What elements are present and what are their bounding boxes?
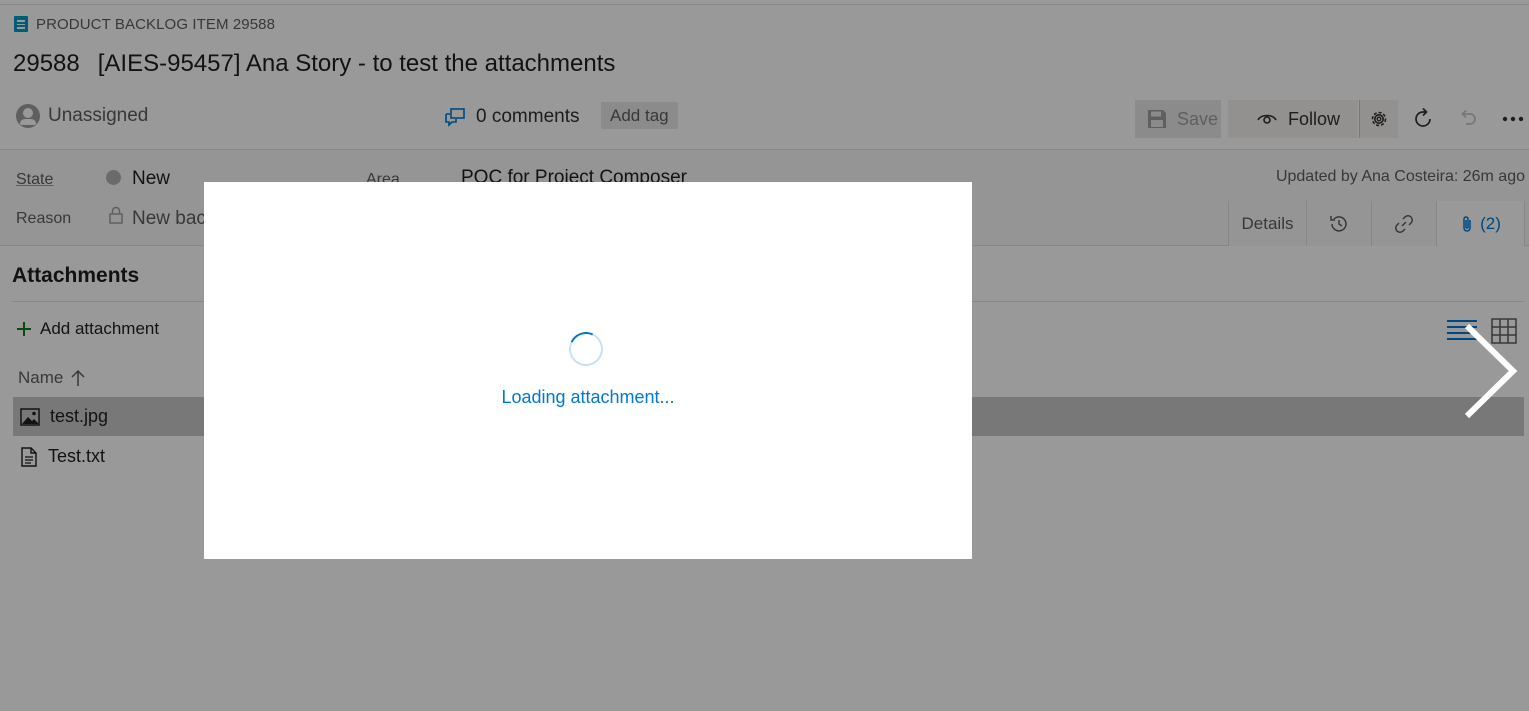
loading-spinner-icon: [564, 327, 608, 371]
next-attachment-chevron-icon[interactable]: [1455, 320, 1525, 424]
attachment-preview-dialog: Loading attachment...: [204, 182, 972, 559]
loading-message: Loading attachment...: [501, 387, 675, 407]
